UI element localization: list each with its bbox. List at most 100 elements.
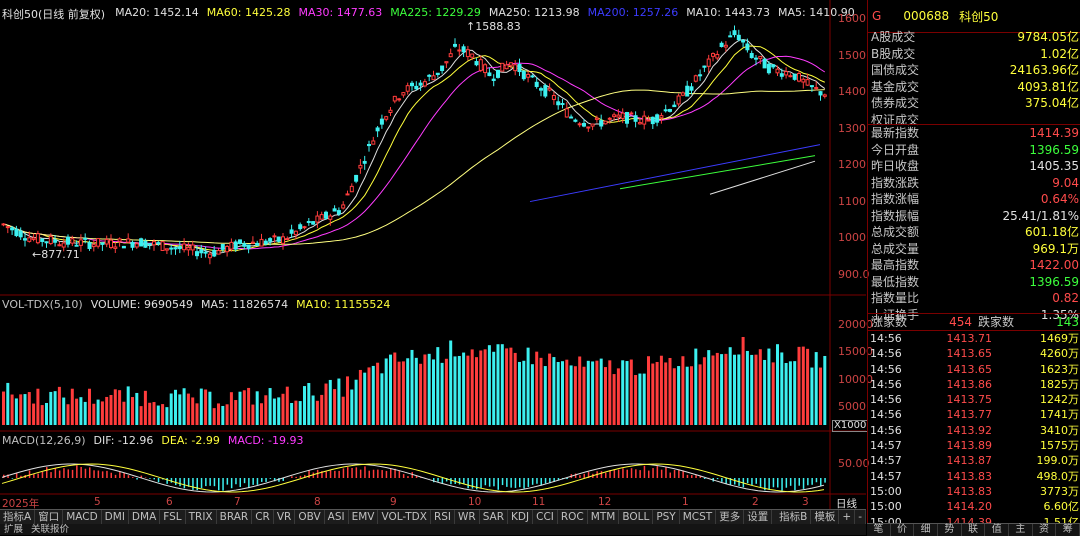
quote-panel-tab[interactable]: 筹: [1056, 524, 1080, 536]
candle-body: [157, 243, 160, 244]
candle-body: [307, 221, 310, 222]
indicator-tab[interactable]: +: [839, 510, 855, 525]
indicator-tab[interactable]: -: [855, 510, 866, 525]
quote-panel-tab[interactable]: 价: [891, 524, 915, 536]
volume-bar: [780, 352, 783, 425]
status-tab[interactable]: 扩展: [0, 524, 27, 535]
volume-bar: [544, 366, 547, 425]
indicator-tab[interactable]: CCI: [533, 510, 558, 525]
indicator-tab[interactable]: 窗口: [35, 510, 63, 525]
indicator-tab[interactable]: RSI: [431, 510, 455, 525]
macd-bar: [55, 468, 57, 478]
indicator-tab[interactable]: SAR: [480, 510, 508, 525]
indicator-tab[interactable]: KDJ: [508, 510, 533, 525]
volume-bar: [621, 360, 624, 425]
indicator-tab[interactable]: ASI: [325, 510, 349, 525]
candle-body: [522, 71, 525, 79]
macd-bar: [622, 468, 624, 478]
chart-area[interactable]: [0, 0, 866, 509]
indicator-tab[interactable]: 模板: [811, 510, 839, 525]
tick-list[interactable]: 14:561413.711469万14:561413.654260万14:561…: [868, 331, 1080, 530]
quote-panel-tab[interactable]: 势: [938, 524, 962, 536]
market-stats: A股成交9784.05亿B股成交1.02亿国债成交24163.96亿基金成交40…: [868, 29, 1080, 128]
candle-body: [518, 64, 521, 71]
volume-bar: [565, 360, 568, 425]
candle-body: [28, 238, 31, 242]
volume-bar: [595, 361, 598, 425]
index-stat-value: 9.04: [1052, 175, 1079, 192]
candle-body: [32, 238, 35, 239]
macd-bar: [205, 478, 207, 486]
indicator-tab[interactable]: WR: [455, 510, 480, 525]
quote-panel-tab[interactable]: 联: [962, 524, 986, 536]
candle-body: [475, 62, 478, 65]
tick-time: 14:56: [870, 392, 914, 407]
index-stat: 指数振幅25.41/1.81%: [868, 208, 1080, 225]
indicator-tab[interactable]: EMV: [349, 510, 379, 525]
indicator-tab[interactable]: FSL: [160, 510, 185, 525]
volume-bar: [135, 393, 138, 425]
volume-bar: [419, 364, 422, 425]
volume-bar: [699, 364, 702, 425]
macd-bar: [751, 478, 753, 485]
macd-bar: [747, 478, 749, 483]
candle-body: [213, 250, 216, 256]
indicator-tab[interactable]: 指标A: [0, 510, 35, 525]
volume-bar: [217, 403, 220, 425]
indicator-tab[interactable]: BOLL: [619, 510, 653, 525]
indicator-tab[interactable]: OBV: [295, 510, 324, 525]
quote-panel-tab[interactable]: 笔: [867, 524, 891, 536]
volume-bar: [819, 368, 822, 425]
indicator-tab[interactable]: PSY: [653, 510, 679, 525]
volume-bar: [368, 367, 371, 425]
indicator-tab[interactable]: MCST: [680, 510, 716, 525]
macd-bar: [614, 469, 616, 478]
candle-body: [638, 123, 641, 124]
volume-bar: [729, 347, 732, 425]
ma-legend-item: MA60: 1425.28: [207, 6, 291, 22]
indicator-tab[interactable]: VOL-TDX: [378, 510, 430, 525]
candle-body: [19, 231, 22, 237]
price-axis-label: 1200: [838, 158, 866, 171]
indicator-tab[interactable]: DMA: [129, 510, 160, 525]
tick-row: 15:001414.206.60亿: [868, 499, 1080, 514]
market-stat-value: 4093.81亿: [1017, 79, 1079, 96]
indicator-tab[interactable]: BRAR: [217, 510, 253, 525]
macd-bar: [756, 478, 758, 484]
quote-panel-tab[interactable]: 值: [985, 524, 1009, 536]
candle-body: [595, 118, 598, 119]
indicator-tab[interactable]: VR: [274, 510, 295, 525]
volume-bar: [140, 406, 143, 425]
tick-time: 14:56: [870, 423, 914, 438]
quote-panel-tab[interactable]: 资: [1033, 524, 1057, 536]
volume-bar: [247, 388, 250, 425]
volume-bar: [651, 364, 654, 425]
tick-row: 14:571413.891575万: [868, 438, 1080, 453]
volume-bar: [664, 362, 667, 425]
macd-bar: [218, 478, 220, 490]
macd-bar: [214, 478, 216, 486]
indicator-tab[interactable]: DMI: [102, 510, 129, 525]
volume-bar: [514, 353, 517, 425]
quote-panel-tab[interactable]: 细: [914, 524, 938, 536]
index-stat-label: 总成交量: [871, 241, 919, 258]
volume-bar: [329, 380, 332, 425]
tick-volume: 498.0万: [992, 469, 1079, 484]
indicator-tab[interactable]: MTM: [588, 510, 620, 525]
indicator-tab[interactable]: MACD: [63, 510, 101, 525]
volume-bar: [497, 344, 500, 425]
macd-bar: [652, 468, 654, 478]
macd-bar: [472, 478, 474, 489]
quote-panel-tab[interactable]: 主: [1009, 524, 1033, 536]
indicator-tab[interactable]: CR: [252, 510, 274, 525]
macd-bar: [347, 467, 349, 478]
indicator-tab[interactable]: ROC: [558, 510, 588, 525]
macd-bar: [338, 471, 340, 478]
indicator-tab[interactable]: 指标B: [776, 510, 811, 525]
indicator-tab[interactable]: 设置: [744, 510, 772, 525]
status-tab[interactable]: 关联报价: [27, 524, 73, 535]
indicator-tab[interactable]: 更多: [716, 510, 744, 525]
price-axis-label: 1400: [838, 85, 866, 98]
indicator-tab[interactable]: TRIX: [186, 510, 217, 525]
volume-bar: [656, 362, 659, 425]
